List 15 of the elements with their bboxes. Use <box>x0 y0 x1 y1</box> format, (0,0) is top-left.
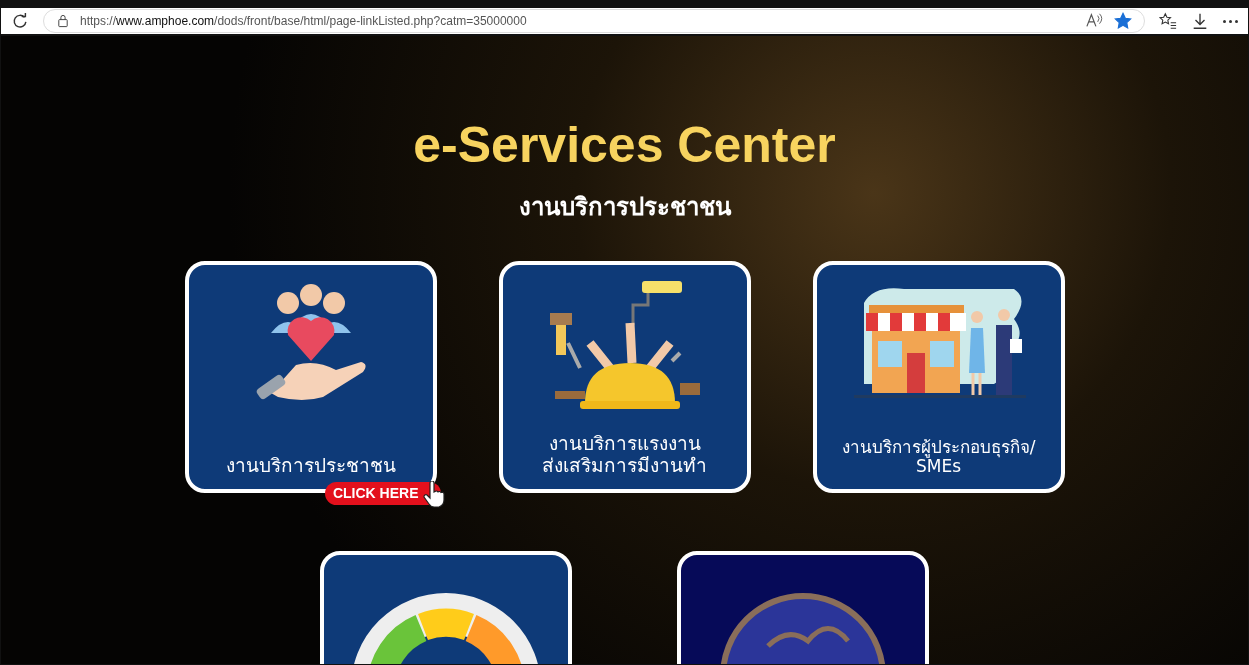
card-label: งานบริการแรงงาน ส่งเสริมการมีงานทำ <box>542 433 707 477</box>
card-label: งานบริการประชาชน <box>225 455 396 477</box>
page-title: e-Services Center <box>413 118 836 173</box>
url-text: https://www.amphoe.com/dods/front/base/html/page-linkListed.php?catm=35000000 <box>80 13 527 30</box>
service-card[interactable]: งานบริการผู้ประกอบธุรกิจ/ SMEs <box>812 261 1065 493</box>
card-label: งานบริการผู้ประกอบธุรกิจ/ SMEs <box>841 437 1036 477</box>
more-icon[interactable] <box>1223 19 1238 23</box>
read-aloud-icon <box>1086 12 1104 30</box>
lock-icon <box>56 14 70 28</box>
service-card[interactable]: งานบริการแรงงาน ส่งเสริมการมีงานทำ <box>498 261 751 493</box>
download-icon <box>1191 12 1209 30</box>
pointer-hand-icon <box>420 481 447 509</box>
page-subtitle: งานบริการประชาชน <box>518 192 731 223</box>
refresh-icon <box>11 12 29 30</box>
favorites-icon <box>1159 12 1177 30</box>
